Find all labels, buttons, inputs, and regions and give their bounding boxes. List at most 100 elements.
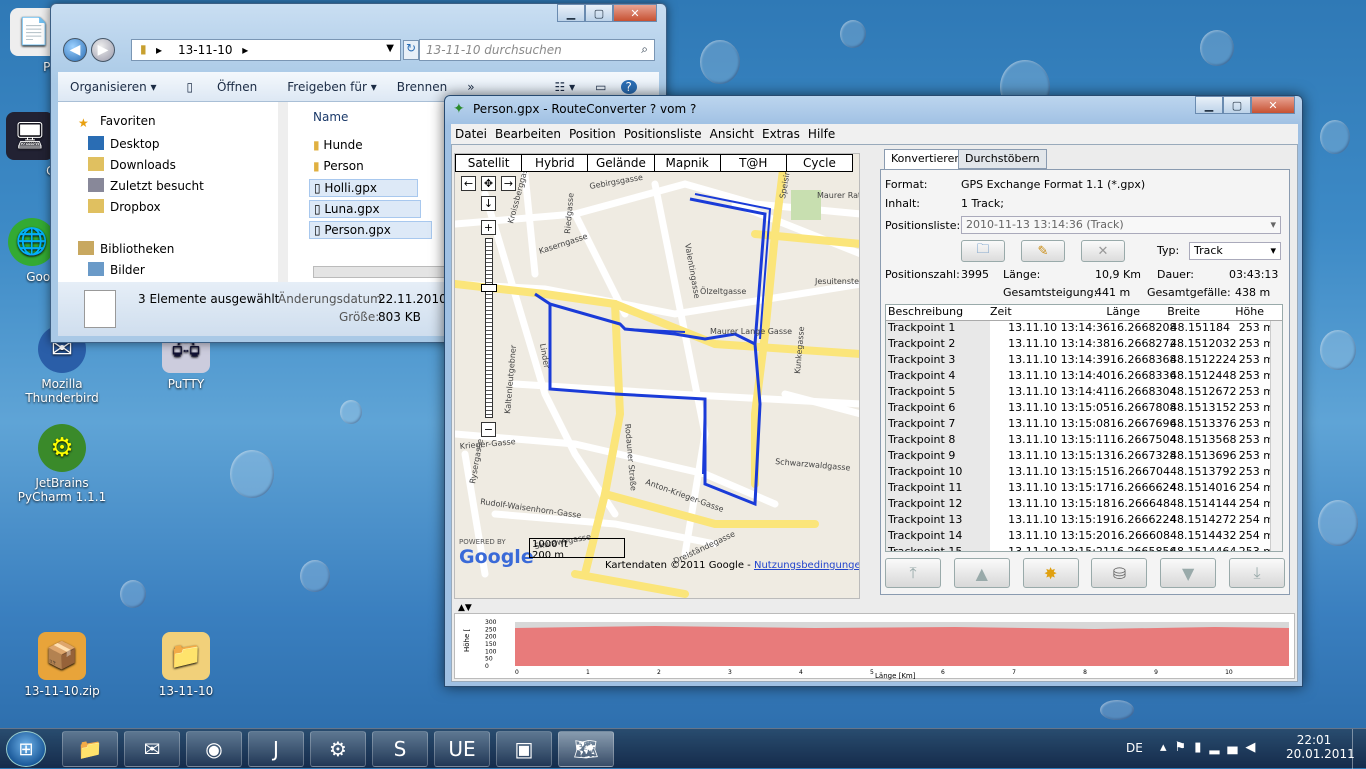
- table-row[interactable]: Trackpoint 2 13.11.10 13:14:38 16.2668272 4…: [886, 337, 1282, 353]
- table-row[interactable]: Trackpoint 3 13.11.10 13:14:39 16.2668368 4…: [886, 353, 1282, 369]
- pan-right-icon[interactable]: →: [501, 176, 516, 191]
- organize-menu[interactable]: Organisieren ▾: [58, 80, 167, 94]
- taskbar-chrome[interactable]: ◉: [186, 731, 242, 767]
- map-tab-cycle[interactable]: Cycle: [787, 155, 852, 171]
- search-input[interactable]: 13-11-10 durchsuchen ⌕: [419, 39, 655, 61]
- table-row[interactable]: Trackpoint 5 13.11.10 13:14:41 16.2668304 4…: [886, 385, 1282, 401]
- map-tab-tah[interactable]: T@H: [721, 155, 787, 171]
- collapse-arrows-icon[interactable]: ▲▼: [458, 603, 472, 613]
- menu-position[interactable]: Position: [565, 127, 620, 141]
- signal-icon[interactable]: ▂▄: [1209, 740, 1245, 755]
- battery-icon[interactable]: ▮: [1194, 740, 1209, 755]
- move-down-icon[interactable]: ▼: [1160, 558, 1217, 588]
- table-row[interactable]: Trackpoint 4 13.11.10 13:14:40 16.2668336 4…: [886, 369, 1282, 385]
- menu-bearbeiten[interactable]: Bearbeiten: [491, 127, 565, 141]
- desktop-icon-zip[interactable]: 📦 13-11-10.zip: [12, 632, 112, 698]
- edit-button[interactable]: ✎: [1021, 240, 1065, 262]
- menu-hilfe[interactable]: Hilfe: [804, 127, 839, 141]
- terms-link[interactable]: Nutzungsbedingungen: [754, 560, 859, 571]
- show-desktop-button[interactable]: [1352, 729, 1366, 769]
- table-row[interactable]: Trackpoint 9 13.11.10 13:15:13 16.2667328 4…: [886, 449, 1282, 465]
- share-menu[interactable]: Freigeben für ▾: [277, 80, 386, 94]
- delete-button[interactable]: ✕: [1081, 240, 1125, 262]
- nav-libraries[interactable]: Bibliotheken: [78, 241, 174, 256]
- pan-down-icon[interactable]: ↓: [481, 196, 496, 211]
- map-tab-hybrid[interactable]: Hybrid: [522, 155, 589, 171]
- dropdown-icon[interactable]: ▼: [386, 43, 394, 54]
- column-header[interactable]: Breite: [1140, 305, 1200, 320]
- file-item-luna[interactable]: ▯ Luna.gpx: [309, 200, 421, 218]
- column-header[interactable]: Länge: [1050, 305, 1140, 320]
- table-row[interactable]: Trackpoint 14 13.11.10 13:15:20 16.266608 4…: [886, 529, 1282, 545]
- nav-favorites[interactable]: ★ Favoriten: [78, 114, 156, 130]
- show-hidden-icons-icon[interactable]: ▴: [1160, 740, 1175, 755]
- column-header[interactable]: Zeit: [990, 305, 1050, 320]
- taskbar-thunderbird[interactable]: ✉: [124, 731, 180, 767]
- maximize-button[interactable]: ▢: [1223, 96, 1251, 114]
- zoom-in-button[interactable]: +: [481, 220, 496, 235]
- nav-item-desktop[interactable]: Desktop: [88, 136, 160, 151]
- column-header[interactable]: Beschreibung: [886, 305, 990, 320]
- path-field[interactable]: ▮ ▸ 13-11-10 ▸ ▼: [131, 39, 401, 61]
- maximize-button[interactable]: ▢: [585, 4, 613, 22]
- volume-icon[interactable]: ◀: [1245, 740, 1263, 755]
- table-row[interactable]: Trackpoint 7 13.11.10 13:15:08 16.2667696 4…: [886, 417, 1282, 433]
- flag-icon[interactable]: ⚑: [1175, 740, 1195, 755]
- table-row[interactable]: Trackpoint 6 13.11.10 13:15:05 16.2667808 4…: [886, 401, 1282, 417]
- map-tab-mapnik[interactable]: Mapnik: [655, 155, 721, 171]
- table-row[interactable]: Trackpoint 12 13.11.10 13:15:18 16.266648 4…: [886, 497, 1282, 513]
- positionsliste-select[interactable]: 2010-11-13 13:14:36 (Track) ▾: [961, 216, 1281, 234]
- typ-select[interactable]: Track ▾: [1189, 242, 1281, 260]
- refresh-icon[interactable]: ↻: [403, 40, 419, 60]
- tab-durchstoebern[interactable]: Durchstöbern: [958, 149, 1047, 169]
- horizontal-scrollbar[interactable]: [313, 266, 453, 278]
- table-row[interactable]: Trackpoint 8 13.11.10 13:15:11 16.2667504 4…: [886, 433, 1282, 449]
- table-scrollbar[interactable]: [1270, 321, 1282, 551]
- taskbar-intellij[interactable]: J: [248, 731, 304, 767]
- nav-item-downloads[interactable]: Downloads: [88, 157, 176, 172]
- taskbar-terminal[interactable]: ▣: [496, 731, 552, 767]
- move-up-icon[interactable]: ▲: [953, 558, 1010, 588]
- file-item-holli[interactable]: ▯ Holli.gpx: [309, 179, 418, 197]
- minimize-button[interactable]: ▁: [1195, 96, 1223, 114]
- preview-pane-icon[interactable]: ▭: [585, 80, 616, 94]
- nav-item-recent[interactable]: Zuletzt besucht: [88, 178, 204, 193]
- map-view[interactable]: Satellit Hybrid Gelände Mapnik T@H Cycle: [454, 153, 860, 599]
- nav-item-pictures[interactable]: Bilder: [88, 262, 145, 277]
- menu-ansicht[interactable]: Ansicht: [706, 127, 758, 141]
- taskbar-pycharm[interactable]: ⚙: [310, 731, 366, 767]
- more-chevron[interactable]: »: [457, 80, 484, 94]
- pan-left-icon[interactable]: ←: [461, 176, 476, 191]
- tab-konvertieren[interactable]: Konvertieren: [884, 149, 969, 169]
- file-item-person-gpx[interactable]: ▯ Person.gpx: [309, 221, 432, 239]
- move-to-top-icon[interactable]: ⤒: [885, 558, 941, 588]
- taskbar-explorer[interactable]: 📁: [62, 731, 118, 767]
- file-item-hunde[interactable]: ▮ Hunde: [313, 138, 363, 152]
- nav-scrollbar[interactable]: [278, 102, 288, 282]
- column-header-name[interactable]: Name: [313, 110, 348, 124]
- menu-datei[interactable]: Datei: [451, 127, 491, 141]
- file-item-person-folder[interactable]: ▮ Person: [313, 159, 364, 173]
- desktop-icon-pycharm[interactable]: ⚙ JetBrains PyCharm 1.1.1: [12, 424, 112, 504]
- database-icon[interactable]: ⛁: [1091, 558, 1148, 588]
- close-button[interactable]: ✕: [613, 4, 657, 22]
- back-arrow-icon[interactable]: ◀: [63, 38, 87, 62]
- pan-center-icon[interactable]: ✥: [481, 176, 496, 191]
- language-indicator[interactable]: DE: [1126, 741, 1143, 755]
- zoom-out-button[interactable]: −: [481, 422, 496, 437]
- table-row[interactable]: Trackpoint 1 13.11.10 13:14:36 16.2668208 4…: [886, 321, 1282, 337]
- clock[interactable]: 22:01 20.01.2011: [1286, 733, 1355, 761]
- map-tab-satellit[interactable]: Satellit: [456, 155, 523, 171]
- table-row[interactable]: Trackpoint 11 13.11.10 13:15:17 16.2666624…: [886, 481, 1282, 497]
- menu-positionsliste[interactable]: Positionsliste: [620, 127, 706, 141]
- help-icon[interactable]: ?: [620, 79, 637, 94]
- taskbar-ultraedit[interactable]: UE: [434, 731, 490, 767]
- map-tab-gelaende[interactable]: Gelände: [588, 155, 655, 171]
- minimize-button[interactable]: ▁: [557, 4, 585, 22]
- taskbar-routeconverter[interactable]: 🗺: [558, 731, 614, 767]
- table-row[interactable]: Trackpoint 10 13.11.10 13:15:15 16.266704 4…: [886, 465, 1282, 481]
- open-button[interactable]: ▯ Öffnen: [167, 80, 278, 94]
- forward-arrow-icon[interactable]: ▶: [91, 38, 115, 62]
- column-header[interactable]: Höhe: [1200, 305, 1264, 320]
- desktop-icon-folder[interactable]: 📁 13-11-10: [136, 632, 236, 698]
